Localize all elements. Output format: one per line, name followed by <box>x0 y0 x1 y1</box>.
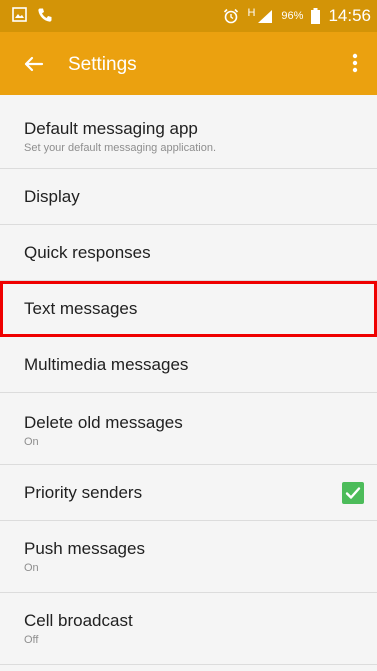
signal-icon: H <box>247 8 273 24</box>
setting-title: Delete old messages <box>24 413 183 432</box>
setting-cell-broadcast[interactable]: Cell broadcast Off <box>0 593 377 665</box>
status-bar: H 96% 14:56 <box>0 0 377 32</box>
status-notifications <box>12 7 53 23</box>
setting-title: Multimedia messages <box>24 354 189 374</box>
status-system-icons: H 96% 14:56 <box>223 0 371 32</box>
more-vert-icon <box>352 53 358 73</box>
alarm-icon <box>223 8 239 24</box>
setting-title: Priority senders <box>24 482 143 502</box>
page-title: Settings <box>68 54 137 75</box>
battery-percent: 96% <box>281 10 304 22</box>
back-button[interactable] <box>20 49 50 79</box>
setting-delete-old-messages[interactable]: Delete old messages On <box>0 393 377 465</box>
setting-title: Quick responses <box>24 242 151 262</box>
setting-subtitle: Set your default messaging application. <box>24 142 217 154</box>
phone-icon <box>37 7 53 23</box>
network-type: H <box>247 7 256 19</box>
gallery-icon <box>12 7 27 23</box>
more-options-button[interactable] <box>341 48 369 78</box>
setting-quick-responses[interactable]: Quick responses <box>0 225 377 281</box>
messages-settings-screen: H 96% 14:56 Settings Default messaging a… <box>0 0 377 671</box>
arrow-left-icon <box>24 56 44 72</box>
battery-icon <box>311 8 321 24</box>
setting-display[interactable]: Display <box>0 169 377 225</box>
setting-title: Display <box>24 186 80 206</box>
settings-list: Default messaging app Set your default m… <box>0 95 377 665</box>
priority-senders-checkbox[interactable] <box>342 482 364 504</box>
setting-title: Cell broadcast <box>24 611 133 630</box>
setting-push-messages[interactable]: Push messages On <box>0 521 377 593</box>
setting-title: Push messages <box>24 539 145 558</box>
setting-text-messages[interactable]: Text messages <box>0 281 377 337</box>
setting-priority-senders[interactable]: Priority senders <box>0 465 377 521</box>
setting-title: Default messaging app <box>24 119 198 138</box>
setting-subtitle: On <box>24 562 39 574</box>
setting-subtitle: On <box>24 436 39 448</box>
setting-default-messaging-app[interactable]: Default messaging app Set your default m… <box>0 95 377 169</box>
setting-subtitle: Off <box>24 634 39 646</box>
setting-title: Text messages <box>24 298 138 318</box>
action-bar: Settings <box>0 32 377 95</box>
setting-multimedia-messages[interactable]: Multimedia messages <box>0 337 377 393</box>
checkmark-icon <box>345 487 361 499</box>
clock: 14:56 <box>328 6 371 25</box>
